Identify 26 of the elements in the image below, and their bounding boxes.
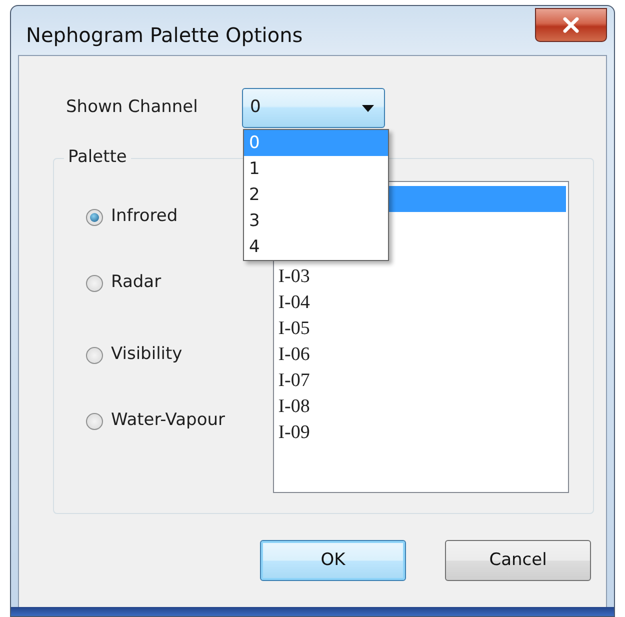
list-item[interactable]: I-06 [276, 342, 566, 368]
caret-icon [362, 104, 374, 112]
list-item[interactable]: I-04 [276, 290, 566, 316]
radio-button[interactable] [86, 274, 103, 292]
radio-button[interactable] [86, 346, 103, 364]
dropdown-option[interactable]: 3 [244, 208, 388, 234]
field-label: Shown Channel [66, 96, 199, 120]
list-item[interactable]: I-08 [276, 394, 566, 420]
radio-label[interactable]: Radar [111, 270, 162, 296]
window-title: Nephogram Palette Options [26, 23, 303, 47]
radio-label[interactable]: Water-Vapour [111, 408, 225, 434]
list-item[interactable]: I-07 [276, 368, 566, 394]
close-button[interactable] [535, 8, 607, 42]
list-item[interactable]: I-03 [276, 264, 566, 290]
radio-label[interactable]: Visibility [111, 342, 182, 368]
dropdown-option[interactable]: 2 [244, 182, 388, 208]
close-icon [562, 17, 580, 33]
list-item[interactable]: I-09 [276, 420, 566, 446]
ok-button[interactable]: OK [260, 540, 406, 581]
list-item[interactable]: I-05 [276, 316, 566, 342]
radio-button[interactable] [86, 208, 103, 226]
radio-button[interactable] [86, 412, 103, 430]
dropdown-option[interactable]: 4 [244, 234, 388, 260]
dropdown-option[interactable]: 1 [244, 156, 388, 182]
cancel-button[interactable]: Cancel [445, 540, 591, 581]
radio-label[interactable]: Infrored [111, 204, 178, 230]
